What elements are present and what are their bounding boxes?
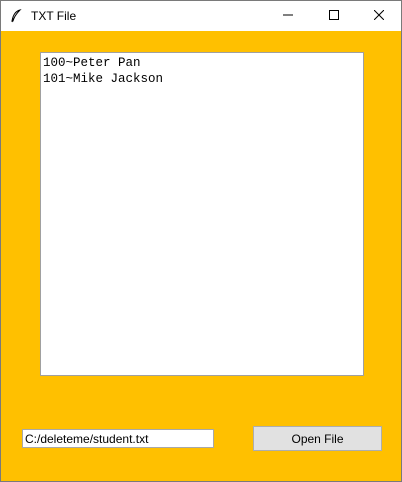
window-title: TXT File	[31, 9, 77, 23]
open-file-button-label: Open File	[291, 431, 344, 446]
client-area: 100~Peter Pan 101~Mike Jackson Open File	[1, 31, 401, 481]
minimize-icon	[283, 7, 293, 25]
file-content-textarea[interactable]: 100~Peter Pan 101~Mike Jackson	[40, 52, 364, 376]
title-bar: TXT File	[1, 1, 401, 31]
feather-icon	[10, 9, 22, 23]
text-line: 101~Mike Jackson	[43, 72, 164, 86]
app-window: TXT File 100~Peter Pan 101~Mike Jackson	[0, 0, 402, 482]
minimize-button[interactable]	[265, 1, 311, 31]
close-button[interactable]	[356, 1, 402, 31]
text-line: 100~Peter Pan	[43, 56, 141, 70]
close-icon	[373, 7, 385, 25]
maximize-icon	[329, 7, 339, 25]
file-path-input[interactable]	[22, 429, 214, 448]
open-file-button[interactable]: Open File	[253, 426, 382, 451]
maximize-button[interactable]	[311, 1, 357, 31]
